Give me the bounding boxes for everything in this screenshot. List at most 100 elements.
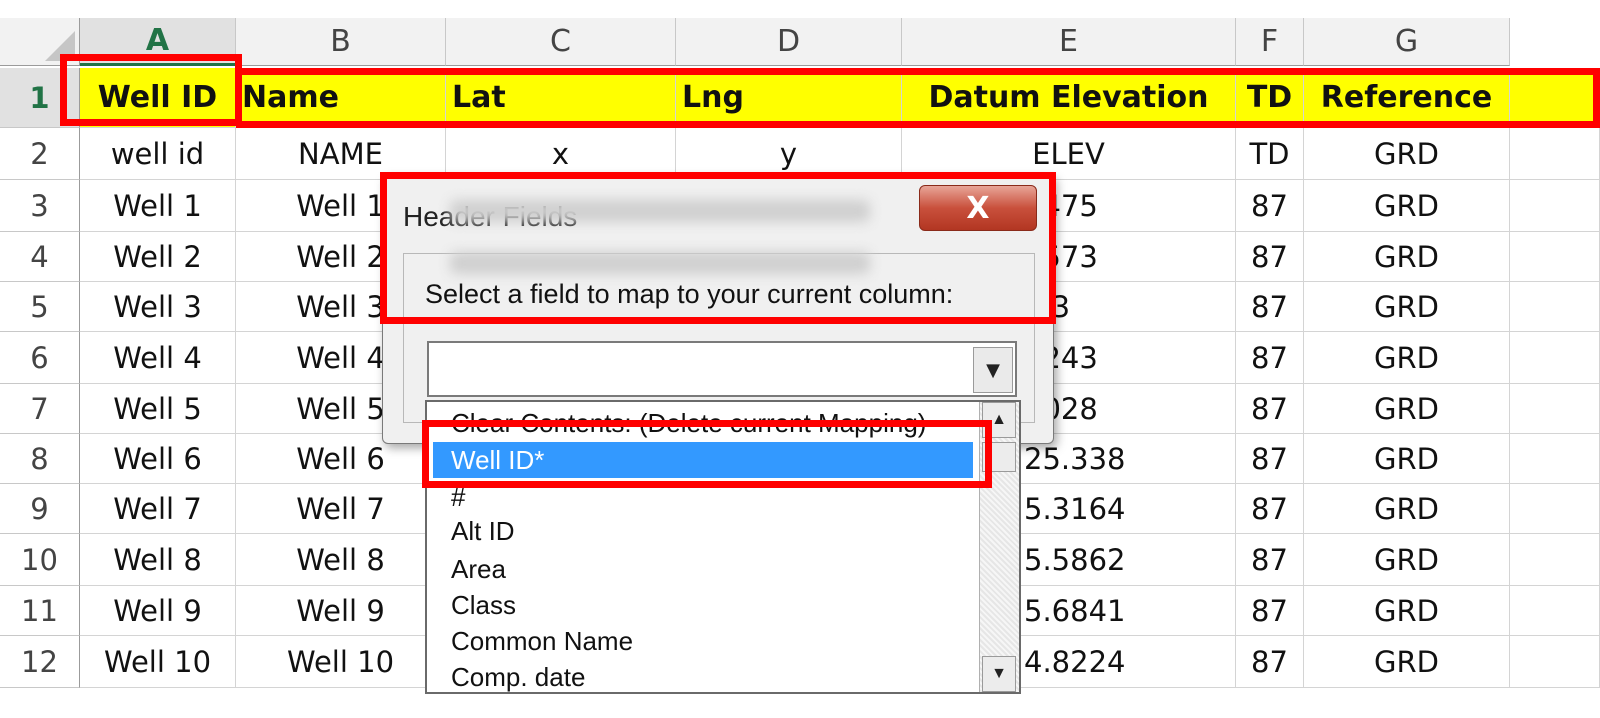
cell-empty[interactable] [1510, 68, 1600, 128]
row-header-10[interactable]: 10 [0, 534, 80, 586]
cell-name[interactable]: Well 10 [236, 636, 446, 688]
cell-empty[interactable] [1510, 128, 1600, 180]
cell-well-id[interactable]: Well ID [80, 68, 236, 128]
cell-empty[interactable] [1510, 434, 1600, 484]
cell-td[interactable]: 87 [1236, 586, 1304, 636]
blurred-coordinates [450, 252, 870, 274]
scroll-thumb[interactable] [982, 442, 1016, 472]
cell-reference[interactable]: GRD [1304, 232, 1510, 282]
column-header-d[interactable]: D [676, 18, 902, 66]
dropdown-item[interactable]: Area [451, 554, 506, 585]
cell-td[interactable]: 87 [1236, 332, 1304, 384]
cell-well-id[interactable]: Well 7 [80, 484, 236, 534]
row-header-1[interactable]: 1 [0, 68, 80, 128]
cell-reference[interactable]: Reference [1304, 68, 1510, 128]
cell-reference[interactable]: GRD [1304, 534, 1510, 586]
cell-td[interactable]: 87 [1236, 232, 1304, 282]
cell-td[interactable]: 87 [1236, 534, 1304, 586]
select-all-corner[interactable] [0, 18, 80, 66]
cell-td[interactable]: 87 [1236, 282, 1304, 332]
cell-well-id[interactable]: Well 1 [80, 180, 236, 232]
column-header-g[interactable]: G [1304, 18, 1510, 66]
column-header-b[interactable]: B [236, 18, 446, 66]
chevron-down-icon: ▼ [986, 359, 1000, 381]
dropdown-item[interactable]: Common Name [451, 626, 633, 657]
cell-well-id[interactable]: Well 3 [80, 282, 236, 332]
column-header-f[interactable]: F [1236, 18, 1304, 66]
cell-lat[interactable]: x [446, 128, 676, 180]
dropdown-item[interactable]: Well ID* [433, 442, 973, 478]
cell-well-id[interactable]: Well 8 [80, 534, 236, 586]
cell-reference[interactable]: GRD [1304, 332, 1510, 384]
dropdown-scrollbar[interactable]: ▲ ▼ [979, 402, 1019, 692]
cell-empty[interactable] [1510, 232, 1600, 282]
dropdown-item[interactable]: Class [451, 590, 516, 621]
dropdown-arrow-button[interactable]: ▼ [973, 347, 1013, 393]
cell-td[interactable]: 87 [1236, 180, 1304, 232]
row-header-5[interactable]: 5 [0, 282, 80, 332]
cell-empty[interactable] [1510, 180, 1600, 232]
cell-reference[interactable]: GRD [1304, 434, 1510, 484]
cell-reference[interactable]: GRD [1304, 636, 1510, 688]
column-header-e[interactable]: E [902, 18, 1236, 66]
dropdown-item[interactable]: Alt ID [451, 516, 515, 547]
cell-td[interactable]: TD [1236, 68, 1304, 128]
cell-name[interactable]: NAME [236, 128, 446, 180]
cell-empty[interactable] [1510, 534, 1600, 586]
scroll-up-button[interactable]: ▲ [982, 402, 1016, 438]
dropdown-item[interactable]: Comp. date [451, 662, 585, 692]
cell-reference[interactable]: GRD [1304, 180, 1510, 232]
row-header-6[interactable]: 6 [0, 332, 80, 384]
close-icon: X [966, 190, 990, 226]
cell-well-id[interactable]: well id [80, 128, 236, 180]
cell-reference[interactable]: GRD [1304, 282, 1510, 332]
cell-td[interactable]: 87 [1236, 636, 1304, 688]
cell-lat[interactable]: Lat [446, 68, 676, 128]
row-header-11[interactable]: 11 [0, 586, 80, 636]
cell-empty[interactable] [1510, 636, 1600, 688]
cell-well-id[interactable]: Well 4 [80, 332, 236, 384]
cell-empty[interactable] [1510, 484, 1600, 534]
dropdown-item[interactable]: Clear Contents: (Delete current Mapping) [451, 408, 926, 439]
cell-empty[interactable] [1510, 282, 1600, 332]
cell-datum-elevation[interactable]: Datum Elevation [902, 68, 1236, 128]
cell-empty[interactable] [1510, 384, 1600, 434]
cell-well-id[interactable]: Well 2 [80, 232, 236, 282]
cell-lng[interactable]: y [676, 128, 902, 180]
cell-reference[interactable]: GRD [1304, 586, 1510, 636]
scroll-down-button[interactable]: ▼ [982, 656, 1016, 692]
cell-reference[interactable]: GRD [1304, 128, 1510, 180]
cell-lng[interactable]: Lng [676, 68, 902, 128]
cell-td[interactable]: TD [1236, 128, 1304, 180]
cell-reference[interactable]: GRD [1304, 484, 1510, 534]
dropdown-item[interactable]: # [451, 482, 465, 513]
row-header-3[interactable]: 3 [0, 180, 80, 232]
row-header-4[interactable]: 4 [0, 232, 80, 282]
row-header-2[interactable]: 2 [0, 128, 80, 180]
cell-well-id[interactable]: Well 6 [80, 434, 236, 484]
column-header-a[interactable]: A [80, 18, 236, 66]
dialog-prompt: Select a field to map to your current co… [425, 279, 954, 309]
cell-td[interactable]: 87 [1236, 384, 1304, 434]
cell-reference[interactable]: GRD [1304, 384, 1510, 434]
row-header-8[interactable]: 8 [0, 434, 80, 484]
cell-td[interactable]: 87 [1236, 484, 1304, 534]
cell-name[interactable]: Well 7 [236, 484, 446, 534]
row-header-12[interactable]: 12 [0, 636, 80, 688]
close-button[interactable]: X [919, 185, 1037, 231]
cell-name[interactable]: Well 9 [236, 586, 446, 636]
cell-datum-elevation[interactable]: ELEV [902, 128, 1236, 180]
cell-well-id[interactable]: Well 10 [80, 636, 236, 688]
row-header-7[interactable]: 7 [0, 384, 80, 434]
cell-well-id[interactable]: Well 9 [80, 586, 236, 636]
row-header-9[interactable]: 9 [0, 484, 80, 534]
cell-name[interactable]: Name [236, 68, 446, 128]
cell-well-id[interactable]: Well 5 [80, 384, 236, 434]
cell-empty[interactable] [1510, 586, 1600, 636]
column-header-c[interactable]: C [446, 18, 676, 66]
cell-empty[interactable] [1510, 332, 1600, 384]
field-combobox[interactable]: ▼ [427, 341, 1017, 397]
cell-name[interactable]: Well 8 [236, 534, 446, 586]
field-dropdown-list[interactable]: Comp. date Common Name Class Area Alt ID # Wel… [425, 400, 1021, 694]
cell-td[interactable]: 87 [1236, 434, 1304, 484]
